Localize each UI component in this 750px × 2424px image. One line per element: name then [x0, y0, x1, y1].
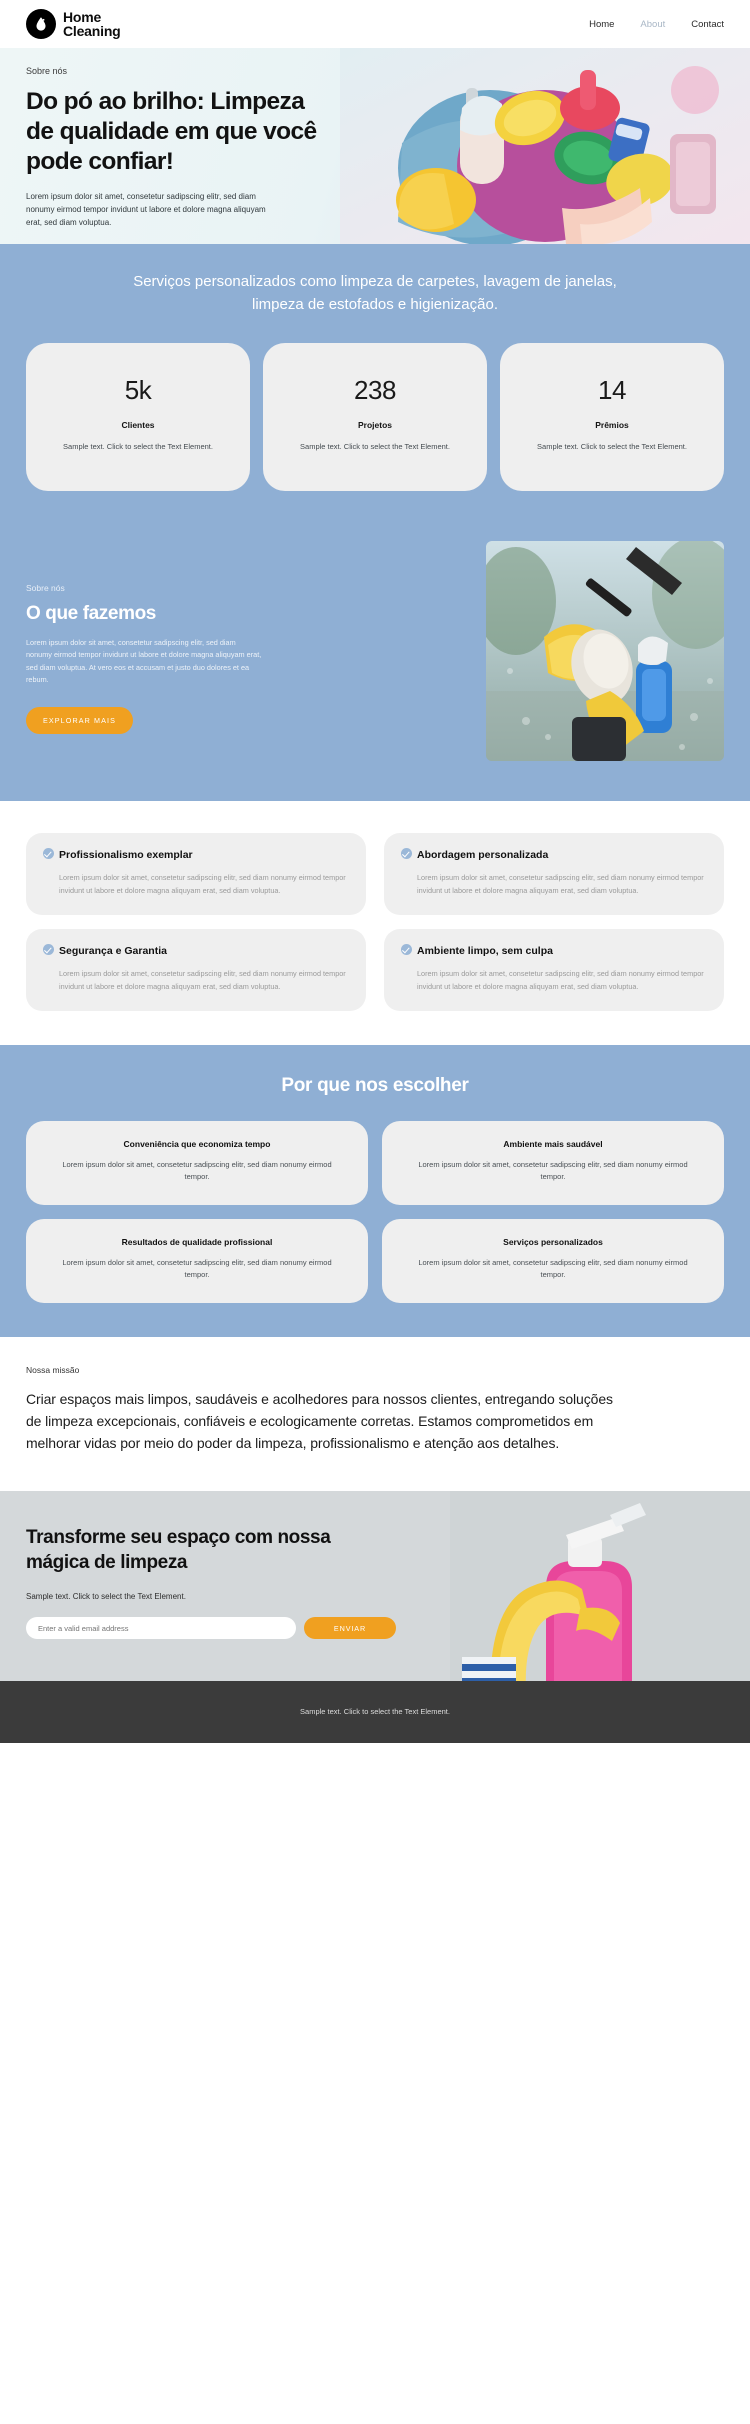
stat-card: 14 Prêmios Sample text. Click to select …: [500, 342, 724, 491]
brand-line-1: Home: [63, 9, 102, 25]
site-footer: Sample text. Click to select the Text El…: [0, 1680, 750, 1743]
hero-eyebrow: Sobre nós: [26, 66, 68, 76]
why-choose-title: Por que nos escolher: [281, 1075, 469, 1097]
stat-card: 238 Projetos Sample text. Click to selec…: [263, 342, 487, 491]
nav-link-home[interactable]: Home: [589, 19, 614, 30]
why-choose-section: Por que nos escolher Conveniência que ec…: [0, 1045, 750, 1338]
why-card: Conveniência que economiza tempo Lorem i…: [26, 1121, 368, 1206]
why-card: Serviços personalizados Lorem ipsum dolo…: [382, 1219, 724, 1304]
stat-text: Sample text. Click to select the Text El…: [537, 441, 687, 451]
what-we-do-content: Sobre nós O que fazemos Lorem ipsum dolo…: [26, 541, 326, 734]
why-card-text: Lorem ipsum dolor sit amet, consetetur s…: [62, 1258, 332, 1280]
feature-title: Profissionalismo exemplar: [59, 848, 193, 861]
feature-card: Ambiente limpo, sem culpa Lorem ipsum do…: [384, 928, 724, 1012]
brand-name: Home Cleaning: [63, 10, 121, 38]
hero-section: Sobre nós Do pó ao brilho: Limpeza de qu…: [0, 48, 750, 244]
mission-text: Criar espaços mais limpos, saudáveis e a…: [26, 1391, 613, 1451]
feature-card: Profissionalismo exemplar Lorem ipsum do…: [26, 832, 366, 915]
email-input[interactable]: [26, 1617, 296, 1640]
hero-paragraph: Lorem ipsum dolor sit amet, consetetur s…: [26, 191, 266, 227]
landing-page: Home Cleaning Home About Contact Sobre n…: [0, 0, 750, 1743]
stat-text: Sample text. Click to select the Text El…: [63, 441, 213, 451]
stat-text: Sample text. Click to select the Text El…: [300, 441, 450, 451]
why-card-title: Conveniência que economiza tempo: [123, 1139, 271, 1150]
feature-title: Segurança e Garantia: [59, 944, 167, 957]
features-row: Segurança e Garantia Lorem ipsum dolor s…: [26, 928, 724, 1012]
footer-text: Sample text. Click to select the Text El…: [300, 1707, 450, 1717]
services-stats-section: Serviços personalizados como limpeza de …: [0, 244, 750, 531]
feature-title: Ambiente limpo, sem culpa: [417, 944, 553, 957]
hero-image: [340, 48, 750, 244]
why-card-title: Resultados de qualidade profissional: [121, 1237, 273, 1248]
cta-section: Transforme seu espaço com nossa mágica d…: [0, 1490, 750, 1681]
feature-heading: Segurança e Garantia: [43, 943, 349, 958]
submit-button[interactable]: ENVIAR: [304, 1617, 396, 1640]
newsletter-form: ENVIAR: [26, 1617, 426, 1640]
nav-link-about[interactable]: About: [640, 19, 665, 30]
feature-text: Lorem ipsum dolor sit amet, consetetur s…: [417, 969, 704, 992]
cta-image: [450, 1490, 750, 1681]
what-we-do-paragraph: Lorem ipsum dolor sit amet, consetetur s…: [26, 637, 262, 685]
feature-text: Lorem ipsum dolor sit amet, consetetur s…: [417, 872, 704, 895]
feature-text: Lorem ipsum dolor sit amet, consetetur s…: [59, 872, 346, 895]
stat-number: 238: [354, 374, 396, 405]
feature-heading: Profissionalismo exemplar: [43, 847, 349, 862]
cta-content: Transforme seu espaço com nossa mágica d…: [26, 1525, 426, 1640]
why-choose-grid: Conveniência que economiza tempo Lorem i…: [26, 1121, 724, 1304]
explore-more-button[interactable]: EXPLORAR MAIS: [26, 706, 134, 734]
mission-section: Nossa missão Criar espaços mais limpos, …: [0, 1337, 750, 1491]
cta-subtitle: Sample text. Click to select the Text El…: [26, 1592, 186, 1602]
why-card-title: Ambiente mais saudável: [503, 1139, 603, 1150]
feature-card: Segurança e Garantia Lorem ipsum dolor s…: [26, 928, 366, 1012]
site-header: Home Cleaning Home About Contact: [0, 0, 750, 48]
why-card: Ambiente mais saudável Lorem ipsum dolor…: [382, 1121, 724, 1206]
why-card-title: Serviços personalizados: [503, 1237, 603, 1248]
stat-card: 5k Clientes Sample text. Click to select…: [26, 342, 250, 491]
feature-title: Abordagem personalizada: [417, 848, 549, 861]
what-we-do-image: [486, 540, 724, 761]
cta-title: Transforme seu espaço com nossa mágica d…: [26, 1526, 331, 1574]
what-we-do-section: Sobre nós O que fazemos Lorem ipsum dolo…: [0, 530, 750, 801]
water-drop-logo-icon: [26, 9, 56, 39]
mission-eyebrow: Nossa missão: [26, 1365, 80, 1376]
why-card: Resultados de qualidade profissional Lor…: [26, 1219, 368, 1304]
features-row: Profissionalismo exemplar Lorem ipsum do…: [26, 832, 724, 915]
brand-line-2: Cleaning: [63, 23, 121, 39]
what-we-do-title: O que fazemos: [26, 602, 156, 624]
features-section: Profissionalismo exemplar Lorem ipsum do…: [0, 800, 750, 1046]
stat-number: 5k: [124, 374, 152, 405]
feature-card: Abordagem personalizada Lorem ipsum dolo…: [384, 832, 724, 915]
stat-label: Projetos: [357, 419, 392, 430]
stat-label: Prêmios: [595, 419, 629, 430]
hero-title: Do pó ao brilho: Limpeza de qualidade em…: [26, 88, 317, 175]
check-circle-icon: [43, 847, 54, 859]
main-navigation: Home About Contact: [589, 19, 724, 30]
what-we-do-eyebrow: Sobre nós: [26, 582, 65, 593]
stat-label: Clientes: [121, 419, 155, 430]
check-circle-icon: [43, 943, 54, 955]
why-card-text: Lorem ipsum dolor sit amet, consetetur s…: [418, 1160, 688, 1182]
brand-logo[interactable]: Home Cleaning: [26, 9, 121, 39]
feature-heading: Abordagem personalizada: [401, 847, 707, 862]
why-card-text: Lorem ipsum dolor sit amet, consetetur s…: [418, 1258, 688, 1280]
nav-link-contact[interactable]: Contact: [691, 19, 724, 30]
why-card-text: Lorem ipsum dolor sit amet, consetetur s…: [62, 1160, 332, 1182]
hero-content: Sobre nós Do pó ao brilho: Limpeza de qu…: [0, 48, 350, 229]
check-circle-icon: [401, 943, 412, 955]
stat-number: 14: [598, 374, 626, 405]
stats-row: 5k Clientes Sample text. Click to select…: [26, 342, 724, 491]
services-banner-text: Serviços personalizados como limpeza de …: [133, 273, 617, 314]
feature-text: Lorem ipsum dolor sit amet, consetetur s…: [59, 969, 346, 992]
check-circle-icon: [401, 847, 412, 859]
feature-heading: Ambiente limpo, sem culpa: [401, 943, 707, 958]
